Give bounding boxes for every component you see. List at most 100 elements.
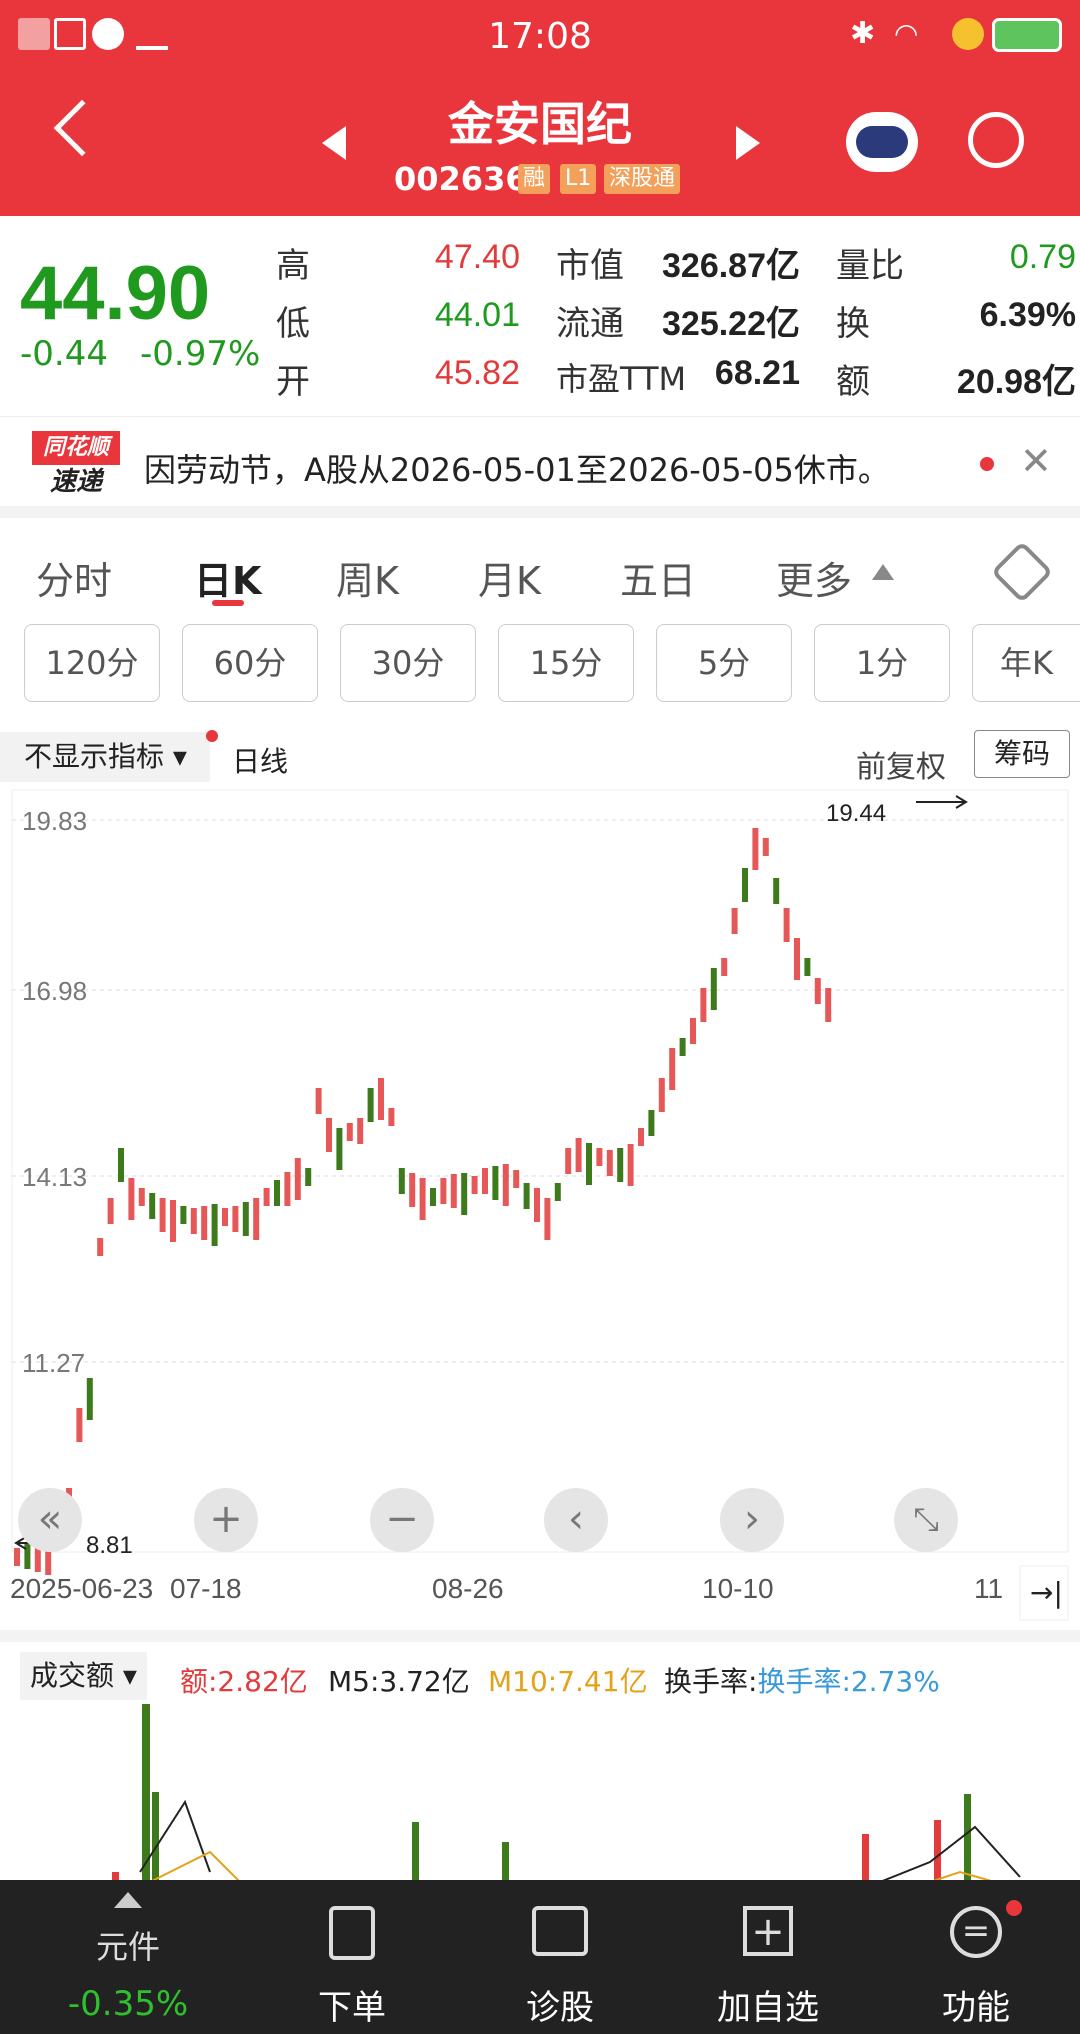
order-button[interactable]: 下单 <box>282 1900 422 2028</box>
period-15m[interactable]: 15分 <box>498 624 634 702</box>
charging-icon <box>952 18 984 50</box>
volume-label: 成交额 <box>30 1659 115 1692</box>
x-tick-label: 10-10 <box>702 1573 774 1604</box>
sector-name[interactable]: 元件 <box>58 1922 198 1968</box>
volume-panel: 成交额 ▾ 额:2.82亿 M5:3.72亿 M10:7.41亿 换手率:换手率… <box>0 1630 1080 1892</box>
candle <box>700 988 707 1022</box>
notice-banner[interactable]: 同花顺 速递 因劳动节，A股从2026-05-01至2026-05-05休市。 … <box>0 416 1080 518</box>
x-tick-label: 07-18 <box>170 1573 242 1604</box>
robot-assistant-icon[interactable] <box>846 112 918 172</box>
x-axis-labels: 2025-06-23 07-18 08-26 10-10 11 <box>10 1573 1003 1604</box>
function-button[interactable]: = 功能 <box>906 1900 1046 2028</box>
wifi-icon: ◠ <box>894 17 919 50</box>
candle <box>575 1138 582 1172</box>
scroll-right-button[interactable]: › <box>720 1488 784 1552</box>
add-watchlist-button[interactable]: + 加自选 <box>698 1900 838 2028</box>
tab-intraday[interactable]: 分时 <box>36 550 112 605</box>
candle <box>346 1123 353 1141</box>
volume-turnover-label: 换手率:换手率:2.73% <box>664 1665 940 1698</box>
volume-select[interactable]: 成交额 ▾ <box>20 1652 147 1700</box>
order-icon <box>329 1906 375 1960</box>
candle <box>690 1018 696 1044</box>
quote-panel: 44.90 -0.44 -0.97% 高 低 开 47.40 44.01 45.… <box>0 216 1080 416</box>
amount-label: 额 <box>836 362 870 402</box>
candle <box>242 1202 249 1236</box>
candle <box>367 1088 374 1122</box>
float-value: 325.22亿 <box>662 305 800 343</box>
tab-more[interactable]: 更多 <box>776 550 852 605</box>
indicator-select[interactable]: 不显示指标 ▾ <box>0 732 210 782</box>
scroll-left-button[interactable]: ‹ <box>544 1488 608 1552</box>
chips-button[interactable]: 筹码 <box>974 730 1070 778</box>
volume-amount: 额:2.82亿 <box>180 1665 308 1698</box>
y-axis-labels: 19.83 16.98 14.13 11.27 <box>22 806 87 1378</box>
sector-change: -0.35% <box>67 1984 189 2024</box>
candle <box>138 1188 145 1206</box>
tab-five-day[interactable]: 五日 <box>620 550 696 605</box>
candle <box>617 1148 624 1182</box>
adjust-button[interactable]: 前复权 <box>856 742 946 786</box>
search-icon[interactable] <box>968 112 1024 168</box>
tab-daily-k[interactable]: 日K <box>194 550 261 605</box>
high-label: 高 <box>276 246 310 286</box>
candle <box>804 958 811 976</box>
candle <box>544 1198 551 1240</box>
candle <box>731 908 738 934</box>
candle <box>471 1176 478 1194</box>
y-tick-label: 14.13 <box>22 1162 87 1192</box>
mcap-label: 市值 <box>556 246 624 286</box>
period-1m[interactable]: 1分 <box>814 624 950 702</box>
float-label: 流通 <box>556 304 624 344</box>
diagnose-button[interactable]: 诊股 <box>490 1900 630 2028</box>
zoom-out-button[interactable]: − <box>370 1488 434 1552</box>
candle <box>263 1188 270 1206</box>
price-change: -0.44 <box>20 334 108 374</box>
scroll-left-fast-button[interactable]: « <box>18 1488 82 1552</box>
x-tick-label: 08-26 <box>432 1573 504 1604</box>
tab-monthly-k[interactable]: 月K <box>478 550 541 605</box>
candle <box>794 938 800 980</box>
low-value: 44.01 <box>434 296 520 334</box>
candle <box>773 878 780 904</box>
candle <box>669 1048 676 1090</box>
candle <box>211 1204 218 1246</box>
candle <box>648 1110 655 1136</box>
chart-tabs: 分时 日K 周K 月K 五日 更多 <box>0 530 1080 620</box>
jump-latest-icon: →| <box>1030 1576 1063 1609</box>
expand-caret-icon[interactable] <box>114 1892 142 1908</box>
candle <box>97 1238 104 1256</box>
candles <box>14 828 832 1575</box>
indicator-label: 不显示指标 <box>24 740 165 773</box>
candle <box>398 1168 405 1194</box>
stock-code: 002636 <box>394 160 528 198</box>
candle <box>232 1206 239 1232</box>
fullscreen-icon[interactable]: ⤡ <box>894 1488 958 1552</box>
tab-weekly-k[interactable]: 周K <box>336 550 399 605</box>
header: 17:08 ✱ ◠ 金安国纪 002636 融 L1 深股通 <box>0 0 1080 216</box>
candle <box>710 968 717 1010</box>
tag-connect: 深股通 <box>604 164 681 194</box>
period-120m[interactable]: 120分 <box>24 624 160 702</box>
candle <box>523 1183 530 1209</box>
candle <box>534 1188 540 1222</box>
candle <box>180 1206 187 1224</box>
candle <box>783 908 790 942</box>
y-tick-label: 16.98 <box>22 976 87 1006</box>
close-notice-icon[interactable]: ✕ <box>1020 439 1052 483</box>
price-change-pct: -0.97% <box>140 334 261 374</box>
status-bar: 17:08 ✱ ◠ <box>0 0 1080 72</box>
max-price-label: 19.44 <box>826 800 886 827</box>
candle <box>357 1118 364 1144</box>
settings-icon[interactable] <box>990 540 1054 604</box>
candle <box>502 1164 509 1206</box>
current-price: 44.90 <box>20 251 211 336</box>
period-60m[interactable]: 60分 <box>182 624 318 702</box>
candle <box>762 838 769 856</box>
period-year-k[interactable]: 年K <box>972 624 1080 702</box>
zoom-in-button[interactable]: + <box>194 1488 258 1552</box>
y-tick-label: 11.27 <box>22 1348 85 1378</box>
more-caret-icon <box>872 564 894 580</box>
browser-icon <box>92 18 124 50</box>
period-30m[interactable]: 30分 <box>340 624 476 702</box>
period-5m[interactable]: 5分 <box>656 624 792 702</box>
